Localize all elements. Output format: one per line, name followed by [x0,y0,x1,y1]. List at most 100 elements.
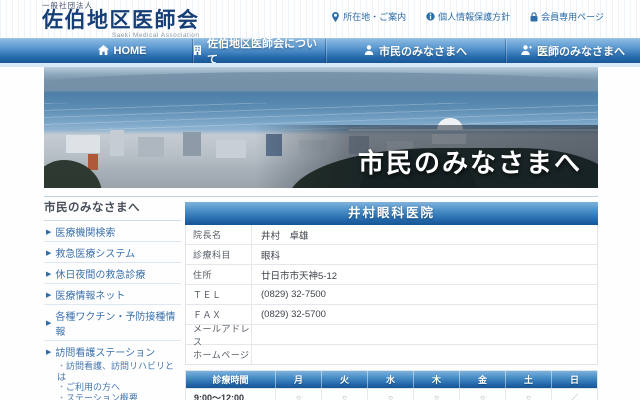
sidebar: 市民のみなさまへ ▶ 医療機関検索 ▶ 救急医療システム ▶ 休日夜間の救急診療… [44,199,181,400]
page: 一般社団法人 佐伯地区医師会 Saeki Medical Association… [0,0,640,400]
utility-link-label: 所在地・ご案内 [343,10,406,23]
dot-bullet-icon: ・ [57,361,66,371]
info-label: 院長名 [186,225,252,244]
utility-link-access[interactable]: 所在地・ご案内 [331,10,406,23]
info-label: ホームページ [186,345,252,364]
schedule-cell: ／ [552,389,597,400]
schedule-row-morning: 9:00～12:00 ○ ○ ○ ○ ○ ○ ／ [186,388,597,400]
table-row: 院長名 井村 卓雄 [186,225,597,245]
sidebar-subitem-label: 訪問看護、訪問リハビリとは [57,361,174,382]
sidebar-item-medical-info-net[interactable]: ▶ 医療情報ネット [44,284,181,305]
table-row: ＴＥＬ (0829) 32-7500 [186,285,597,305]
sidebar-item-holiday-care[interactable]: ▶ 休日夜間の救急診療 [44,263,181,284]
sidebar-item-visiting-nurse[interactable]: ▶ 訪問看護ステーション [44,341,181,361]
clinic-info-table: 院長名 井村 卓雄 診療科目 眼科 住所 廿日市市天神5-12 ＴＥＬ (082… [185,225,598,365]
nav-item-label: HOME [114,45,147,57]
info-icon [426,12,435,21]
site-logo[interactable]: 一般社団法人 佐伯地区医師会 Saeki Medical Association [42,2,200,40]
clinic-title-bar: 井村眼科医院 [185,202,598,225]
schedule-header-cell: 診療時間 [186,371,276,388]
table-row: 診療科目 眼科 [186,245,597,265]
schedule-cell: ○ [506,389,552,400]
sidebar-item-vaccines[interactable]: ▶ 各種ワクチン・予防接種情報 [44,305,181,341]
content-divider [44,196,598,197]
info-value: 眼科 [252,245,597,264]
triangle-bullet-icon: ▶ [46,249,51,257]
nav-item-about[interactable]: 佐伯地区医師会について [192,39,325,63]
sidebar-item-label: 休日夜間の救急診療 [55,266,145,281]
triangle-bullet-icon: ▶ [46,319,51,327]
nav-item-home[interactable]: HOME [0,39,192,63]
sidebar-subitem-label: ご利用の方へ [66,382,120,392]
schedule-cell: ○ [414,389,460,400]
site-header: 一般社団法人 佐伯地区医師会 Saeki Medical Association… [0,0,640,38]
sidebar-item-label: 各種ワクチン・予防接種情報 [55,308,181,338]
info-label: 住所 [186,265,252,284]
info-label: 診療科目 [186,245,252,264]
info-value: 井村 卓雄 [252,225,597,244]
info-value [252,345,597,364]
sidebar-subitem-label: ステーション概要 [66,393,138,400]
info-value [252,325,597,344]
sidebar-group-visiting-nurse: ▶ 訪問看護ステーション ・訪問看護、訪問リハビリとは ・ご利用の方へ ・ステー… [44,341,181,400]
info-label: メールアドレス [186,325,252,344]
hero-caption: 市民のみなさまへ [358,143,582,180]
main-nav: HOME 佐伯地区医師会について 市民のみなさまへ 医師のみなさまへ [0,38,640,63]
nav-item-label: 医師のみなさまへ [537,43,625,59]
hero-mountains [44,72,598,91]
utility-link-label: 会員専用ページ [541,10,604,23]
sidebar-item-emergency-system[interactable]: ▶ 救急医療システム [44,242,181,263]
utility-link-label: 個人情報保護方針 [438,10,510,23]
schedule-cell: ○ [460,389,506,400]
sidebar-item-search[interactable]: ▶ 医療機関検索 [44,221,181,242]
table-row: メールアドレス [186,325,597,345]
schedule-cell: ○ [276,389,322,400]
dot-bullet-icon: ・ [57,382,66,392]
schedule-time-cell: 9:00～12:00 [186,389,276,400]
sidebar-item-label: 医療情報ネット [55,287,125,302]
schedule-cell: ○ [322,389,368,400]
info-label: ＴＥＬ [186,285,252,304]
info-value: (0829) 32-7500 [252,285,597,304]
schedule-header-cell: 日 [552,371,597,388]
doctor-icon [521,45,532,58]
schedule-header-row: 診療時間 月 火 水 木 金 土 日 [186,371,597,388]
nav-item-doctors[interactable]: 医師のみなさまへ [505,39,640,63]
schedule-header-cell: 土 [506,371,552,388]
schedule-header-cell: 月 [276,371,322,388]
lock-icon [530,12,538,22]
sidebar-title: 市民のみなさまへ [44,199,181,221]
utility-nav: 所在地・ご案内 個人情報保護方針 会員専用ページ [331,10,604,23]
utility-link-members[interactable]: 会員専用ページ [530,10,604,23]
schedule-header-cell: 木 [414,371,460,388]
schedule-header-cell: 水 [368,371,414,388]
nav-item-label: 市民のみなさまへ [379,43,467,59]
sidebar-subitem[interactable]: ・ご利用の方へ [44,382,181,393]
triangle-bullet-icon: ▶ [46,228,51,236]
sidebar-item-label: 救急医療システム [55,245,135,260]
person-icon [364,45,374,58]
site-title: 佐伯地区医師会 [42,10,200,32]
schedule-header-cell: 火 [322,371,368,388]
hero-banner: 市民のみなさまへ [44,67,598,188]
sidebar-subitem[interactable]: ・訪問看護、訪問リハビリとは [44,361,181,382]
map-pin-icon [331,12,340,22]
utility-link-privacy[interactable]: 個人情報保護方針 [426,10,510,23]
sidebar-subitem[interactable]: ・ステーション概要 [44,393,181,400]
main-content: 井村眼科医院 院長名 井村 卓雄 診療科目 眼科 住所 廿日市市天神5-12 Ｔ… [185,202,598,400]
table-row: 住所 廿日市市天神5-12 [186,265,597,285]
info-value: (0829) 32-5700 [252,305,597,324]
dot-bullet-icon: ・ [57,393,66,400]
schedule-header-cell: 金 [460,371,506,388]
building-icon [193,45,202,58]
sidebar-item-label: 訪問看護ステーション [55,344,155,359]
triangle-bullet-icon: ▶ [46,291,51,299]
table-row: ホームページ [186,345,597,364]
schedule-cell: ○ [368,389,414,400]
info-value: 廿日市市天神5-12 [252,265,597,284]
triangle-bullet-icon: ▶ [46,270,51,278]
triangle-bullet-icon: ▶ [46,348,51,356]
nav-item-citizens[interactable]: 市民のみなさまへ [325,39,505,63]
sidebar-item-label: 医療機関検索 [55,224,115,239]
schedule-table: 診療時間 月 火 水 木 金 土 日 9:00～12:00 ○ ○ ○ ○ ○ … [185,370,598,400]
